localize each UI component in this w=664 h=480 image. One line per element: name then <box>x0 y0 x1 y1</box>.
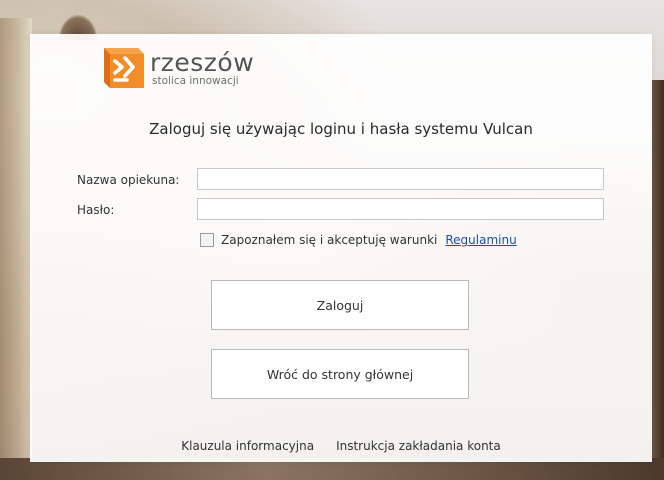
terms-row: Zapoznałem się i akceptuję warunki Regul… <box>200 233 517 247</box>
terms-text: Zapoznałem się i akceptuję warunki <box>221 233 438 247</box>
back-to-home-button[interactable]: Wróć do strony głównej <box>211 349 469 399</box>
logo-tagline: stolica innowacji <box>152 74 239 87</box>
rzeszow-logo-icon <box>98 46 146 90</box>
password-input[interactable] <box>197 198 604 220</box>
footer-links: Klauzula informacyjna Instrukcja zakłada… <box>30 439 652 453</box>
login-button[interactable]: Zaloguj <box>211 280 469 330</box>
logo-name: rzeszów <box>150 47 255 77</box>
username-input[interactable] <box>197 168 604 190</box>
city-logo: rzeszów stolica innowacji <box>98 47 254 89</box>
username-label: Nazwa opiekuna: <box>77 173 180 187</box>
background-building-left <box>0 18 32 458</box>
terms-checkbox[interactable] <box>200 233 214 247</box>
regulations-link[interactable]: Regulaminu <box>445 233 516 247</box>
account-instructions-link[interactable]: Instrukcja zakładania konta <box>336 439 501 453</box>
login-heading: Zaloguj się używając loginu i hasła syst… <box>149 120 533 138</box>
password-label: Hasło: <box>77 203 115 217</box>
logo-text: rzeszów stolica innowacji <box>150 50 254 87</box>
background-building-right <box>652 80 664 460</box>
info-clause-link[interactable]: Klauzula informacyjna <box>181 439 314 453</box>
login-panel: rzeszów stolica innowacji Zaloguj się uż… <box>30 34 652 462</box>
